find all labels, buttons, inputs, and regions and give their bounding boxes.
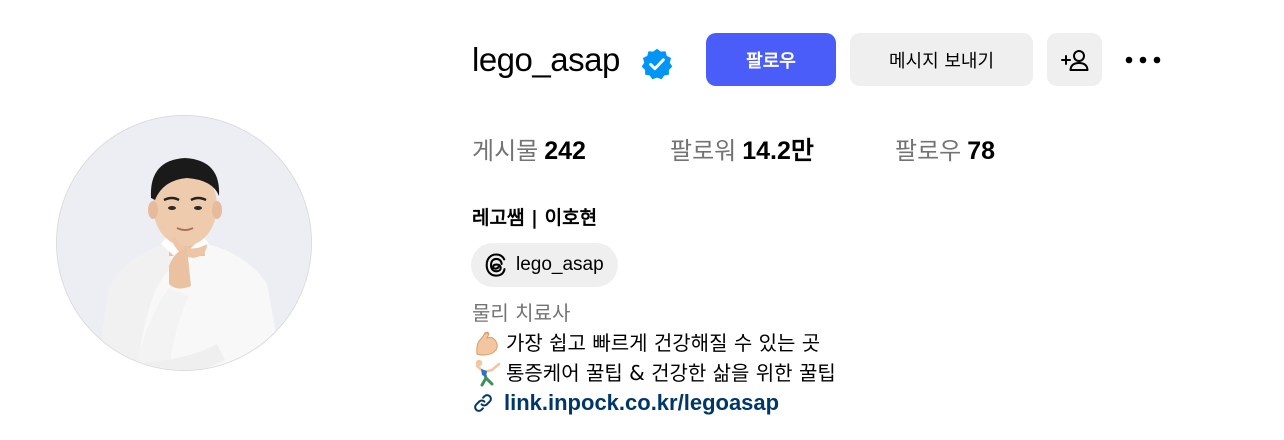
bio-line-1: 가장 쉽고 빠르게 건강해질 수 있는 곳 [472,328,836,358]
follow-button[interactable]: 팔로우 [706,33,836,86]
bio: 물리 치료사 가장 쉽고 빠르게 건강해질 수 있는 곳 통증케어 꿀팁 & 건… [472,298,836,418]
stat-label: 게시물 [472,137,539,165]
stat-label: 팔로워 [670,137,737,165]
link-icon [474,394,492,412]
flexed-biceps-emoji [476,331,498,356]
username: lego_asap [472,41,620,78]
profile-photo [57,116,311,370]
stat-value: 78 [967,137,996,165]
bio-link[interactable]: link.inpock.co.kr/legoasap [472,388,836,418]
cartwheel-emoji [475,359,501,387]
verified-badge-icon [641,48,673,80]
bio-text-2: 통증케어 꿀팁 & 건강한 삶을 위한 꿀팁 [506,361,836,385]
bio-line-2: 통증케어 꿀팁 & 건강한 삶을 위한 꿀팁 [472,358,836,388]
threads-handle: lego_asap [516,254,604,275]
stat-value: 242 [544,137,586,165]
stat-followers[interactable]: 팔로워 14.2만 [670,134,814,168]
add-user-button[interactable] [1047,33,1102,86]
avatar[interactable] [56,115,312,371]
message-button[interactable]: 메시지 보내기 [850,33,1033,86]
bio-category: 물리 치료사 [472,301,571,325]
stat-label: 팔로우 [895,137,962,165]
stat-posts: 게시물 242 [472,134,586,168]
bio-link-text: link.inpock.co.kr/legoasap [504,390,780,415]
threads-link[interactable]: lego_asap [471,243,618,287]
stat-value: 14.2만 [742,137,814,165]
full-name: 레고쌤 | 이호현 [472,207,598,229]
add-user-icon [1060,49,1088,71]
more-options-button[interactable] [1115,33,1170,86]
stat-following[interactable]: 팔로우 78 [895,134,995,168]
more-options-icon [1125,56,1160,63]
bio-text-1: 가장 쉽고 빠르게 건강해질 수 있는 곳 [506,331,821,355]
threads-icon [485,253,506,277]
